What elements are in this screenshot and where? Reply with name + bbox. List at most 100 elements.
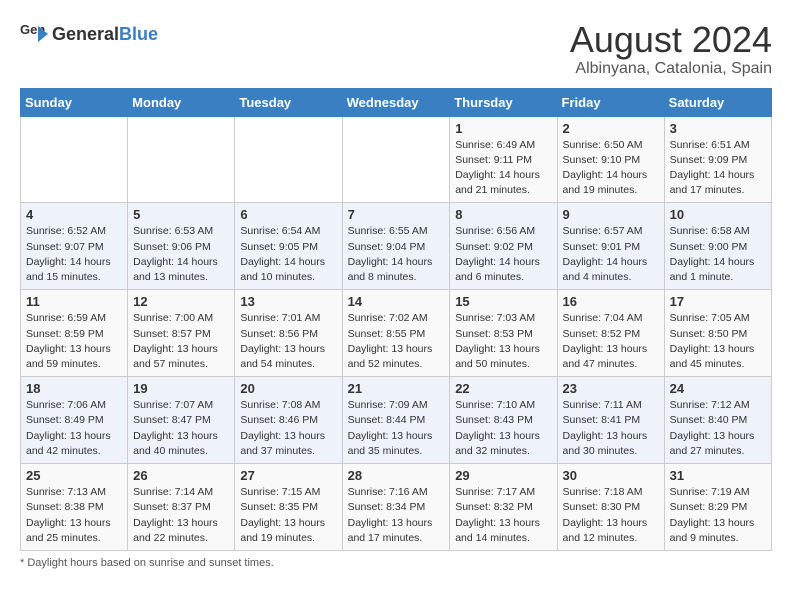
day-info: Sunrise: 7:16 AM Sunset: 8:34 PM Dayligh… bbox=[348, 485, 445, 546]
day-cell: 17 Sunrise: 7:05 AM Sunset: 8:50 PM Dayli… bbox=[664, 290, 771, 377]
title-area: August 2024 Albinyana, Catalonia, Spain bbox=[570, 20, 772, 78]
day-info: Sunrise: 6:49 AM Sunset: 9:11 PM Dayligh… bbox=[455, 138, 551, 199]
day-cell: 27 Sunrise: 7:15 AM Sunset: 8:35 PM Dayli… bbox=[235, 464, 342, 551]
day-info: Sunrise: 6:53 AM Sunset: 9:06 PM Dayligh… bbox=[133, 224, 229, 285]
day-info: Sunrise: 7:11 AM Sunset: 8:41 PM Dayligh… bbox=[563, 398, 659, 459]
day-info: Sunrise: 7:08 AM Sunset: 8:46 PM Dayligh… bbox=[240, 398, 336, 459]
day-cell: 1Sunrise: 6:49 AM Sunset: 9:11 PM Daylig… bbox=[450, 116, 557, 203]
logo: Gen GeneralBlue bbox=[20, 20, 158, 48]
day-cell: 31 Sunrise: 7:19 AM Sunset: 8:29 PM Dayli… bbox=[664, 464, 771, 551]
day-cell: 9 Sunrise: 6:57 AM Sunset: 9:01 PM Daylig… bbox=[557, 203, 664, 290]
day-cell: 7 Sunrise: 6:55 AM Sunset: 9:04 PM Daylig… bbox=[342, 203, 450, 290]
day-number: 19 bbox=[133, 381, 229, 396]
header: Gen GeneralBlue August 2024 Albinyana, C… bbox=[20, 20, 772, 78]
day-number: 28 bbox=[348, 468, 445, 483]
day-cell: 21 Sunrise: 7:09 AM Sunset: 8:44 PM Dayli… bbox=[342, 377, 450, 464]
day-info: Sunrise: 6:59 AM Sunset: 8:59 PM Dayligh… bbox=[26, 311, 122, 372]
logo-icon: Gen bbox=[20, 20, 48, 48]
calendar-body: 1Sunrise: 6:49 AM Sunset: 9:11 PM Daylig… bbox=[21, 116, 772, 550]
week-row-1: 1Sunrise: 6:49 AM Sunset: 9:11 PM Daylig… bbox=[21, 116, 772, 203]
day-number: 15 bbox=[455, 294, 551, 309]
day-number: 8 bbox=[455, 207, 551, 222]
day-cell: 22Sunrise: 7:10 AM Sunset: 8:43 PM Dayli… bbox=[450, 377, 557, 464]
day-info: Sunrise: 6:55 AM Sunset: 9:04 PM Dayligh… bbox=[348, 224, 445, 285]
column-header-tuesday: Tuesday bbox=[235, 88, 342, 116]
day-info: Sunrise: 7:07 AM Sunset: 8:47 PM Dayligh… bbox=[133, 398, 229, 459]
day-cell: 2Sunrise: 6:50 AM Sunset: 9:10 PM Daylig… bbox=[557, 116, 664, 203]
day-info: Sunrise: 7:03 AM Sunset: 8:53 PM Dayligh… bbox=[455, 311, 551, 372]
day-cell: 8 Sunrise: 6:56 AM Sunset: 9:02 PM Daylig… bbox=[450, 203, 557, 290]
day-info: Sunrise: 7:05 AM Sunset: 8:50 PM Dayligh… bbox=[670, 311, 766, 372]
day-cell: 26 Sunrise: 7:14 AM Sunset: 8:37 PM Dayli… bbox=[128, 464, 235, 551]
day-info: Sunrise: 7:18 AM Sunset: 8:30 PM Dayligh… bbox=[563, 485, 659, 546]
day-info: Sunrise: 7:14 AM Sunset: 8:37 PM Dayligh… bbox=[133, 485, 229, 546]
day-info: Sunrise: 6:57 AM Sunset: 9:01 PM Dayligh… bbox=[563, 224, 659, 285]
day-number: 16 bbox=[563, 294, 659, 309]
day-number: 11 bbox=[26, 294, 122, 309]
footer-text: Daylight hours bbox=[27, 557, 97, 569]
day-info: Sunrise: 6:51 AM Sunset: 9:09 PM Dayligh… bbox=[670, 138, 766, 199]
calendar-header-row: SundayMondayTuesdayWednesdayThursdayFrid… bbox=[21, 88, 772, 116]
day-cell: 29 Sunrise: 7:17 AM Sunset: 8:32 PM Dayli… bbox=[450, 464, 557, 551]
day-number: 29 bbox=[455, 468, 551, 483]
day-cell: 5 Sunrise: 6:53 AM Sunset: 9:06 PM Daylig… bbox=[128, 203, 235, 290]
day-number: 12 bbox=[133, 294, 229, 309]
day-info: Sunrise: 7:00 AM Sunset: 8:57 PM Dayligh… bbox=[133, 311, 229, 372]
day-cell: 10 Sunrise: 6:58 AM Sunset: 9:00 PM Dayli… bbox=[664, 203, 771, 290]
day-info: Sunrise: 7:19 AM Sunset: 8:29 PM Dayligh… bbox=[670, 485, 766, 546]
day-info: Sunrise: 7:13 AM Sunset: 8:38 PM Dayligh… bbox=[26, 485, 122, 546]
day-number: 14 bbox=[348, 294, 445, 309]
day-info: Sunrise: 7:15 AM Sunset: 8:35 PM Dayligh… bbox=[240, 485, 336, 546]
calendar-table: SundayMondayTuesdayWednesdayThursdayFrid… bbox=[20, 88, 772, 551]
day-cell: 24Sunrise: 7:12 AM Sunset: 8:40 PM Dayli… bbox=[664, 377, 771, 464]
day-number: 30 bbox=[563, 468, 659, 483]
day-cell: 30 Sunrise: 7:18 AM Sunset: 8:30 PM Dayli… bbox=[557, 464, 664, 551]
day-number: 7 bbox=[348, 207, 445, 222]
day-info: Sunrise: 7:17 AM Sunset: 8:32 PM Dayligh… bbox=[455, 485, 551, 546]
day-number: 22 bbox=[455, 381, 551, 396]
day-cell bbox=[235, 116, 342, 203]
main-title: August 2024 bbox=[570, 20, 772, 60]
day-number: 6 bbox=[240, 207, 336, 222]
day-info: Sunrise: 7:12 AM Sunset: 8:40 PM Dayligh… bbox=[670, 398, 766, 459]
day-cell: 16 Sunrise: 7:04 AM Sunset: 8:52 PM Dayli… bbox=[557, 290, 664, 377]
day-number: 27 bbox=[240, 468, 336, 483]
day-number: 21 bbox=[348, 381, 445, 396]
column-header-saturday: Saturday bbox=[664, 88, 771, 116]
day-info: Sunrise: 6:58 AM Sunset: 9:00 PM Dayligh… bbox=[670, 224, 766, 285]
column-header-monday: Monday bbox=[128, 88, 235, 116]
day-info: Sunrise: 6:56 AM Sunset: 9:02 PM Dayligh… bbox=[455, 224, 551, 285]
day-number: 26 bbox=[133, 468, 229, 483]
day-info: Sunrise: 7:09 AM Sunset: 8:44 PM Dayligh… bbox=[348, 398, 445, 459]
subtitle: Albinyana, Catalonia, Spain bbox=[570, 60, 772, 78]
day-cell: 25Sunrise: 7:13 AM Sunset: 8:38 PM Dayli… bbox=[21, 464, 128, 551]
day-cell: 28 Sunrise: 7:16 AM Sunset: 8:34 PM Dayli… bbox=[342, 464, 450, 551]
day-info: Sunrise: 7:06 AM Sunset: 8:49 PM Dayligh… bbox=[26, 398, 122, 459]
day-info: Sunrise: 7:02 AM Sunset: 8:55 PM Dayligh… bbox=[348, 311, 445, 372]
day-cell bbox=[128, 116, 235, 203]
day-number: 23 bbox=[563, 381, 659, 396]
week-row-3: 11 Sunrise: 6:59 AM Sunset: 8:59 PM Dayli… bbox=[21, 290, 772, 377]
day-number: 31 bbox=[670, 468, 766, 483]
day-cell: 20Sunrise: 7:08 AM Sunset: 8:46 PM Dayli… bbox=[235, 377, 342, 464]
day-cell: 6Sunrise: 6:54 AM Sunset: 9:05 PM Daylig… bbox=[235, 203, 342, 290]
day-number: 18 bbox=[26, 381, 122, 396]
day-cell bbox=[21, 116, 128, 203]
column-header-sunday: Sunday bbox=[21, 88, 128, 116]
day-info: Sunrise: 7:04 AM Sunset: 8:52 PM Dayligh… bbox=[563, 311, 659, 372]
day-cell bbox=[342, 116, 450, 203]
day-number: 10 bbox=[670, 207, 766, 222]
column-header-thursday: Thursday bbox=[450, 88, 557, 116]
day-cell: 15 Sunrise: 7:03 AM Sunset: 8:53 PM Dayli… bbox=[450, 290, 557, 377]
week-row-4: 18 Sunrise: 7:06 AM Sunset: 8:49 PM Dayli… bbox=[21, 377, 772, 464]
day-cell: 18 Sunrise: 7:06 AM Sunset: 8:49 PM Dayli… bbox=[21, 377, 128, 464]
footer-note: * Daylight hours based on sunrise and su… bbox=[20, 557, 772, 569]
day-cell: 11 Sunrise: 6:59 AM Sunset: 8:59 PM Dayli… bbox=[21, 290, 128, 377]
day-number: 9 bbox=[563, 207, 659, 222]
day-cell: 14 Sunrise: 7:02 AM Sunset: 8:55 PM Dayli… bbox=[342, 290, 450, 377]
day-number: 5 bbox=[133, 207, 229, 222]
day-number: 17 bbox=[670, 294, 766, 309]
day-info: Sunrise: 6:52 AM Sunset: 9:07 PM Dayligh… bbox=[26, 224, 122, 285]
day-cell: 3Sunrise: 6:51 AM Sunset: 9:09 PM Daylig… bbox=[664, 116, 771, 203]
day-cell: 19 Sunrise: 7:07 AM Sunset: 8:47 PM Dayli… bbox=[128, 377, 235, 464]
